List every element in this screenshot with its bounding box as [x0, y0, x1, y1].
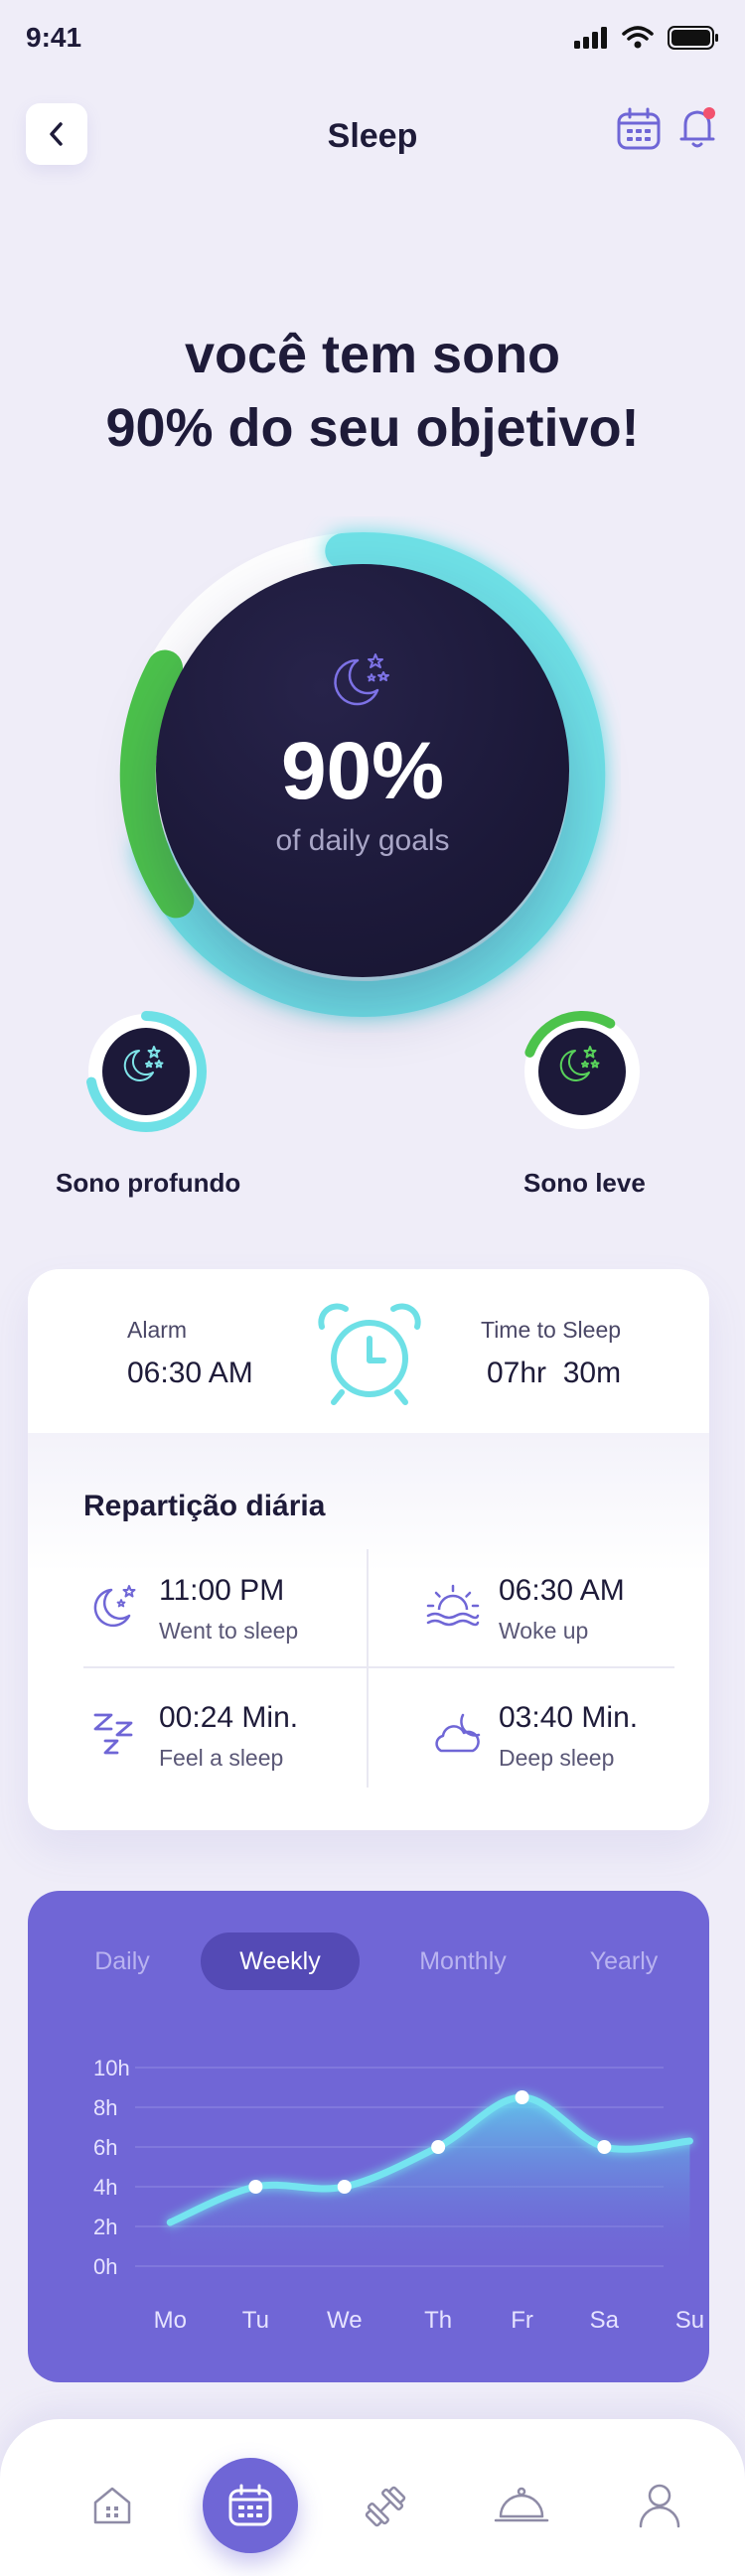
alarm-section: Alarm 06:30 AM Time to Sleep 07hr 30m [28, 1269, 709, 1433]
chart-point[interactable] [515, 2090, 529, 2104]
chart-x-ticks: Mo Tu We Th Fr Sa Su [154, 2307, 705, 2334]
profile-icon[interactable] [638, 2483, 681, 2528]
goal-sub-label: of daily goals [275, 824, 450, 857]
woke-up-value: 06:30 AM [499, 1574, 625, 1607]
chart-y-tick: 2h [93, 2215, 117, 2239]
chart-point[interactable] [337, 2180, 352, 2194]
nav-calendar-button[interactable] [203, 2458, 298, 2553]
alarm-clock-icon [318, 1303, 421, 1405]
home-icon[interactable] [89, 2483, 135, 2528]
chart-x-tick: Mo [154, 2307, 187, 2334]
chart-x-tick: Th [424, 2307, 452, 2334]
went-to-sleep-value: 11:00 PM [159, 1574, 285, 1607]
light-sleep-ring[interactable] [518, 1007, 647, 1136]
chart-point[interactable] [597, 2140, 612, 2154]
status-time: 9:41 [26, 22, 82, 53]
chart-x-tick: Tu [242, 2307, 269, 2334]
time-to-sleep-value[interactable]: 07hr 30m [487, 1357, 621, 1390]
chart-y-tick: 8h [93, 2095, 117, 2120]
goal-headline: você tem sono 90% do seu objetivo! [0, 318, 745, 465]
bell-icon [679, 107, 715, 148]
sunrise-icon [426, 1584, 480, 1627]
headline-line-1: você tem sono [184, 325, 561, 384]
alarm-label: Alarm [127, 1317, 188, 1343]
chart-point[interactable] [431, 2140, 446, 2154]
chart-y-tick: 6h [93, 2135, 117, 2160]
sleep-area-chart: 10h 8h 6h 4h 2h 0h Mo Tu We Th Fr Sa Su [93, 2056, 705, 2334]
deep-sleep-value: 03:40 Min. [499, 1701, 639, 1734]
calendar-header-button[interactable] [616, 107, 662, 156]
chart-y-tick: 0h [93, 2254, 117, 2279]
cloche-icon[interactable] [493, 2483, 550, 2528]
chart-x-tick: Fr [511, 2307, 533, 2334]
dumbbell-icon[interactable] [362, 2483, 409, 2530]
cloud-moon-icon [435, 1713, 481, 1753]
wifi-icon [622, 26, 654, 49]
time-to-sleep-label: Time to Sleep [481, 1317, 622, 1343]
chart-x-tick: We [327, 2307, 363, 2334]
deep-sleep-label: Sono profundo [56, 1168, 241, 1198]
breakdown-divider-vertical [367, 1549, 369, 1788]
signal-icon [574, 27, 607, 49]
daily-breakdown-title: Repartição diária [83, 1490, 326, 1522]
chart-x-tick: Su [675, 2307, 704, 2334]
woke-up-label: Woke up [499, 1618, 589, 1644]
chart-point[interactable] [248, 2180, 263, 2194]
sleep-summary-card: Alarm 06:30 AM Time to Sleep 07hr 30m Re… [28, 1269, 709, 1830]
chart-y-tick: 10h [93, 2056, 130, 2080]
goal-percentage: 90% [280, 726, 445, 816]
deep-sleep-stat-label: Deep sleep [499, 1745, 615, 1771]
calendar-icon [617, 107, 661, 150]
headline-line-2: 90% do seu objetivo! [105, 398, 640, 458]
notification-button[interactable] [677, 103, 719, 156]
breakdown-divider-horizontal [83, 1666, 674, 1668]
chart-area-fill [170, 2097, 690, 2266]
moon-stars-icon [334, 653, 389, 706]
deep-sleep-ring[interactable] [81, 1007, 211, 1136]
chart-y-ticks: 10h 8h 6h 4h 2h 0h [93, 2056, 130, 2279]
battery-icon [668, 26, 718, 50]
alarm-value[interactable]: 06:30 AM [127, 1357, 253, 1390]
sleep-chart-card: Daily Weekly Monthly Yearly 10h 8h 6h 4h 2h 0… [28, 1891, 709, 2382]
chart-x-tick: Sa [590, 2307, 620, 2334]
daily-breakdown-section: Repartição diária 11:00 PM Went to sleep… [28, 1433, 709, 1830]
calendar-icon [228, 2484, 272, 2526]
feel-asleep-label: Feel a sleep [159, 1745, 284, 1771]
moon-stars-icon [93, 1585, 136, 1628]
chart-y-tick: 4h [93, 2175, 117, 2200]
zzz-icon [93, 1713, 133, 1755]
went-to-sleep-label: Went to sleep [159, 1618, 299, 1644]
status-icons [574, 26, 719, 50]
chart-area-layer [166, 2093, 693, 2266]
feel-asleep-value: 00:24 Min. [159, 1701, 299, 1734]
light-sleep-label: Sono leve [523, 1168, 646, 1198]
